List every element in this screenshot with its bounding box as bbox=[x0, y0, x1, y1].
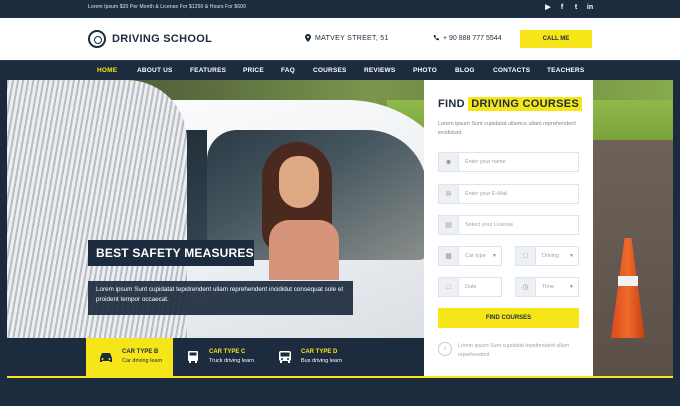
car-type-subtitle: Truck driving learn bbox=[209, 358, 255, 364]
main-nav: HOME ABOUT US FEATURES PRICE FAQ COURSES… bbox=[0, 60, 680, 80]
info-icon: i bbox=[438, 342, 452, 356]
info-note: i Lorem ipsum Sunt cupidatat tepidrenden… bbox=[438, 342, 583, 360]
twitter-icon[interactable]: t bbox=[572, 3, 580, 12]
car-type-d-tab[interactable]: CAR TYPE D Bus driving learn bbox=[265, 338, 357, 376]
car-icon bbox=[100, 353, 112, 362]
car-type-c-tab[interactable]: CAR TYPE C Truck driving learn bbox=[173, 338, 265, 376]
nav-teachers[interactable]: TEACHERS bbox=[547, 67, 584, 74]
bottom-band bbox=[0, 376, 680, 406]
panel-description: Lorem ipsum Sunt cupidatat ullamco ullam… bbox=[438, 121, 576, 136]
chevron-down-icon: ▼ bbox=[569, 284, 574, 290]
car-type-title: CAR TYPE B bbox=[122, 349, 159, 355]
phone-text: + 90 888 777 5544 bbox=[443, 34, 502, 42]
date-field[interactable]: □ Date bbox=[438, 277, 502, 297]
chevron-down-icon: ▼ bbox=[569, 253, 574, 259]
license-field[interactable]: ▤ Select your License bbox=[438, 215, 579, 235]
name-field[interactable]: ☻ Enter your name bbox=[438, 152, 579, 172]
find-courses-button[interactable]: FIND COURSES bbox=[438, 308, 579, 328]
calendar-icon: □ bbox=[439, 278, 459, 296]
mail-icon: ✉ bbox=[439, 185, 459, 203]
social-links: ▶ f t in bbox=[544, 3, 594, 12]
license-icon: ▤ bbox=[439, 216, 459, 234]
call-me-button[interactable]: CALL ME bbox=[520, 30, 592, 48]
grid-icon: ▦ bbox=[439, 247, 459, 265]
nav-price[interactable]: PRICE bbox=[243, 67, 264, 74]
panel-title: FIND DRIVING COURSES bbox=[438, 97, 583, 111]
linkedin-icon[interactable]: in bbox=[586, 3, 594, 12]
nav-courses[interactable]: COURSES bbox=[313, 67, 347, 74]
car-type-subtitle: Bus driving learn bbox=[301, 358, 342, 364]
youtube-icon[interactable]: ▶ bbox=[544, 3, 552, 12]
hero-caption-text: Lorem ipsum Sunt cupidatat tepidrendent … bbox=[88, 281, 353, 315]
truck-icon bbox=[188, 351, 198, 363]
nav-home[interactable]: HOME bbox=[97, 67, 117, 74]
chevron-down-icon: ▼ bbox=[492, 253, 497, 259]
nav-about-us[interactable]: ABOUT US bbox=[137, 67, 173, 74]
nav-faq[interactable]: FAQ bbox=[281, 67, 295, 74]
bus-icon bbox=[279, 351, 291, 363]
top-bar: Lorem Ipsum $20 Per Month & License For … bbox=[0, 0, 680, 18]
address-text: MATVEY STREET, 51 bbox=[315, 34, 389, 42]
steering-wheel-icon bbox=[88, 30, 106, 48]
clock-icon: ◷ bbox=[516, 278, 536, 296]
header: DRIVING SCHOOL MATVEY STREET, 51 + 90 88… bbox=[0, 18, 680, 60]
find-courses-panel: FIND DRIVING COURSES Lorem ipsum Sunt cu… bbox=[424, 80, 593, 376]
panel-title-highlight: DRIVING COURSES bbox=[468, 97, 583, 111]
phone: + 90 888 777 5544 bbox=[433, 34, 502, 42]
logo-text: DRIVING SCHOOL bbox=[112, 33, 213, 45]
time-select[interactable]: ◷ Time ▼ bbox=[515, 277, 579, 297]
square-icon: □ bbox=[516, 247, 536, 265]
hero-caption-title: BEST SAFETY MEASURES bbox=[88, 240, 254, 266]
email-field[interactable]: ✉ Enter your E-Mail bbox=[438, 184, 579, 204]
nav-features[interactable]: FEATURES bbox=[190, 67, 226, 74]
facebook-icon[interactable]: f bbox=[558, 3, 566, 12]
car-type-title: CAR TYPE C bbox=[209, 349, 246, 355]
map-pin-icon bbox=[305, 34, 311, 42]
promo-text: Lorem Ipsum $20 Per Month & License For … bbox=[88, 4, 246, 10]
info-note-text: Lorem ipsum Sunt cupidatat tepidrendent … bbox=[458, 343, 570, 358]
driving-select[interactable]: □ Driving ▼ bbox=[515, 246, 579, 266]
instructor-illustration bbox=[7, 80, 187, 376]
car-type-tabs: CAR TYPE B Car driving learn CAR TYPE C … bbox=[7, 338, 424, 376]
user-icon: ☻ bbox=[439, 153, 459, 171]
nav-reviews[interactable]: REVIEWS bbox=[364, 67, 395, 74]
logo[interactable]: DRIVING SCHOOL bbox=[88, 30, 212, 48]
nav-photo[interactable]: PHOTO bbox=[413, 67, 437, 74]
car-type-subtitle: Car driving learn bbox=[122, 358, 163, 364]
phone-icon bbox=[433, 35, 439, 41]
address: MATVEY STREET, 51 bbox=[305, 34, 389, 42]
nav-contacts[interactable]: CONTACTS bbox=[493, 67, 530, 74]
nav-blog[interactable]: BLOG bbox=[455, 67, 475, 74]
car-type-select[interactable]: ▦ Car type ▼ bbox=[438, 246, 502, 266]
car-type-title: CAR TYPE D bbox=[301, 349, 338, 355]
car-type-b-tab[interactable]: CAR TYPE B Car driving learn bbox=[86, 338, 173, 376]
